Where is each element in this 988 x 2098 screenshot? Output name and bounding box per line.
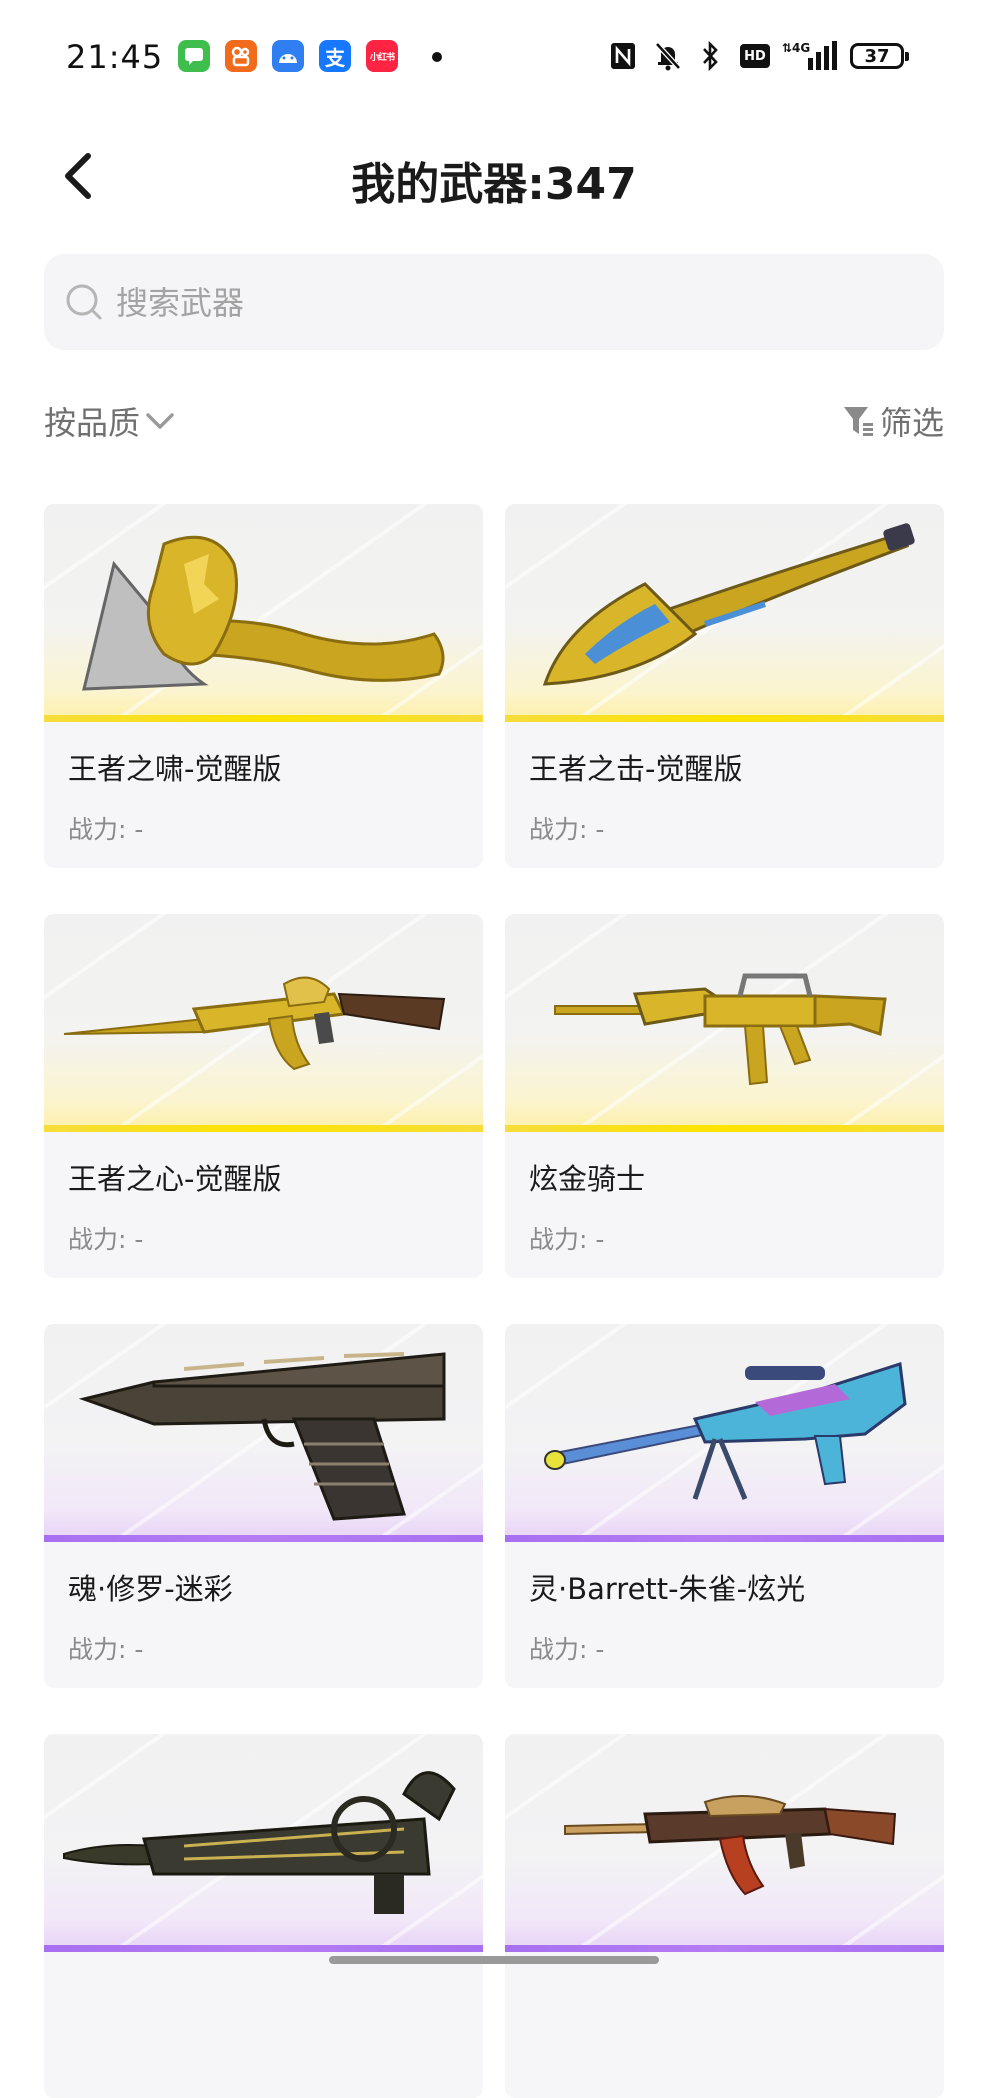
- weapon-image: [44, 1324, 483, 1542]
- desert-eagle-weapon-icon: [78, 1352, 446, 1521]
- weapon-name: 王者之心-觉醒版: [68, 1162, 282, 1196]
- weapon-image: [505, 1324, 944, 1542]
- search-bar[interactable]: [44, 254, 944, 352]
- weapon-card[interactable]: 王者之击-觉醒版 战力: -: [505, 504, 944, 868]
- quality-bar: [44, 1125, 483, 1132]
- filter-funnel-icon: [843, 407, 873, 436]
- axe-weapon-icon: [82, 535, 445, 691]
- battery-icon: 37: [850, 43, 909, 69]
- svg-text:⇅4G: ⇅4G: [782, 41, 810, 55]
- status-time: 21:45: [66, 38, 164, 76]
- hd-icon: HD: [738, 40, 772, 72]
- bluetooth-icon: [698, 40, 722, 72]
- quality-bar: [505, 1535, 944, 1542]
- weapon-name: 王者之啸-觉醒版: [68, 752, 282, 786]
- weapon-power: 战力: -: [68, 1635, 144, 1664]
- weapon-power: 战力: -: [68, 1225, 144, 1254]
- weapon-image: [44, 504, 483, 722]
- weapon-name: 灵·Barrett-朱雀-炫光: [529, 1572, 806, 1606]
- quality-bar: [505, 715, 944, 722]
- barrett-sniper-weapon-icon: [544, 1362, 907, 1500]
- weapon-image: [505, 914, 944, 1132]
- sort-by-quality-dropdown[interactable]: 按品质: [44, 396, 176, 446]
- ak-rifle-weapon-icon: [564, 1795, 897, 1896]
- message-app-icon: [178, 40, 210, 72]
- dragon-gatling-weapon-icon: [63, 1771, 456, 1914]
- weapon-card[interactable]: 王者之啸-觉醒版 战力: -: [44, 504, 483, 868]
- weapon-power: 战力: -: [529, 1635, 605, 1664]
- quality-bar: [505, 1945, 944, 1952]
- weapon-name: 炫金骑士: [529, 1162, 646, 1196]
- weapon-power: 战力: -: [529, 815, 605, 844]
- quality-bar: [44, 1535, 483, 1542]
- quality-bar: [44, 715, 483, 722]
- status-bar: 21:45 支 小红书 HD ⇅4G 37: [0, 0, 988, 118]
- search-input[interactable]: [114, 254, 918, 352]
- weapon-card[interactable]: 魂·修罗-迷彩 战力: -: [44, 1324, 483, 1688]
- m4-rifle-weapon-icon: [554, 973, 887, 1086]
- quality-bar: [44, 1945, 483, 1952]
- weapon-image: [505, 1734, 944, 1952]
- home-indicator[interactable]: [329, 1956, 659, 1964]
- nfc-icon: [608, 40, 638, 72]
- weapon-power: 战力: -: [68, 815, 144, 844]
- filter-label: 筛选: [879, 404, 944, 442]
- quality-bar: [505, 1125, 944, 1132]
- weapon-card[interactable]: 王者之心-觉醒版 战力: -: [44, 914, 483, 1278]
- weapon-name: 魂·修罗-迷彩: [68, 1572, 233, 1606]
- weapon-image: [505, 504, 944, 722]
- sort-label: 按品质: [44, 404, 141, 442]
- weapon-name: 王者之击-觉醒版: [529, 752, 743, 786]
- filter-button[interactable]: 筛选: [842, 396, 944, 446]
- ak-rifle-weapon-icon: [63, 976, 446, 1071]
- search-icon: [66, 284, 102, 320]
- weapon-image: [44, 914, 483, 1132]
- spade-weapon-icon: [542, 523, 915, 686]
- page-title: 我的武器:347: [351, 159, 637, 210]
- kuaishou-app-icon: [225, 40, 257, 72]
- weapon-card[interactable]: 灵·Barrett-朱雀-炫光 战力: -: [505, 1324, 944, 1688]
- notification-dot-icon: [432, 52, 442, 62]
- weapon-card[interactable]: [44, 1734, 483, 2098]
- signal-4g-icon: ⇅4G: [780, 40, 838, 72]
- android-app-icon: [272, 40, 304, 72]
- chevron-down-icon: [146, 413, 174, 429]
- weapon-card[interactable]: [505, 1734, 944, 2098]
- mute-bell-icon: [652, 40, 684, 72]
- weapon-image: [44, 1734, 483, 1952]
- weapon-power: 战力: -: [529, 1225, 605, 1254]
- weapon-card[interactable]: 炫金骑士 战力: -: [505, 914, 944, 1278]
- alipay-app-icon: 支: [319, 40, 351, 72]
- xiaohongshu-app-icon: 小红书: [366, 40, 398, 72]
